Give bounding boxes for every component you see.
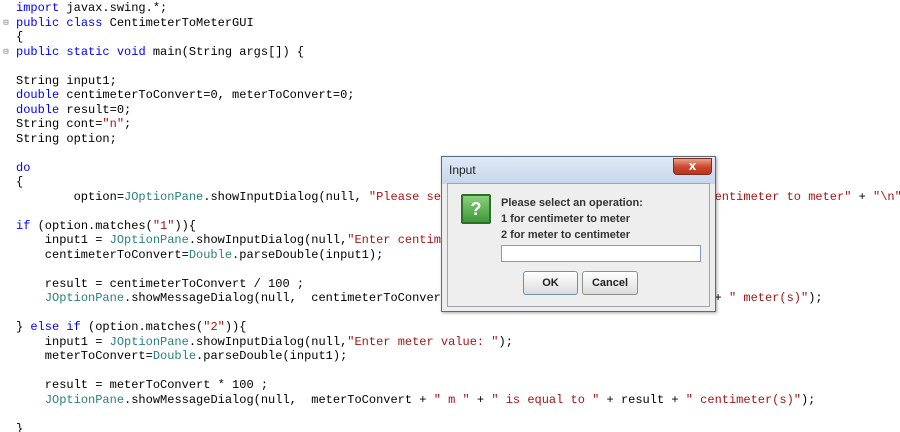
- question-icon: ?: [461, 194, 491, 224]
- code-line: do: [16, 160, 31, 175]
- dialog-content: ? Please select an operation: 1 for cent…: [447, 183, 710, 307]
- dialog-message-line: 2 for meter to centimeter: [501, 229, 630, 241]
- code-line: JOptionPane.showMessageDialog(null, mete…: [44, 392, 816, 407]
- cancel-button[interactable]: Cancel: [582, 271, 638, 295]
- fold-toggle-icon[interactable]: ⊟: [2, 18, 10, 27]
- code-line: double centimeterToConvert=0, meterToCon…: [16, 88, 355, 102]
- code-line: result = centimeterToConvert / 100 ;: [16, 276, 305, 291]
- code-line: {: [16, 175, 24, 189]
- code-line: double result=0;: [16, 102, 132, 117]
- code-line: input1 = JOptionPane.showInputDialog(nul…: [16, 334, 513, 349]
- code-line: import javax.swing.*;: [16, 1, 168, 15]
- code-line: {: [16, 30, 24, 44]
- code-line: String option;: [16, 131, 117, 146]
- code-line: if (option.matches("1")){: [16, 218, 197, 233]
- fold-toggle-icon[interactable]: ⊟: [2, 47, 10, 56]
- dialog-title-bar[interactable]: Input x: [442, 157, 715, 184]
- code-line: public class CentimeterToMeterGUI: [16, 15, 254, 30]
- editor-gutter: [0, 0, 14, 432]
- code-line: meterToConvert=Double.parseDouble(input1…: [16, 349, 348, 363]
- input-dialog: Input x ? Please select an operation: 1 …: [441, 156, 716, 312]
- code-line: public static void main(String args[]) {: [16, 44, 305, 59]
- code-line: String input1;: [16, 73, 117, 88]
- code-line: result = meterToConvert * 100 ;: [16, 378, 269, 392]
- ok-button[interactable]: OK: [523, 271, 578, 295]
- dialog-message-line: Please select an operation:: [501, 197, 643, 209]
- dialog-message-line: 1 for centimeter to meter: [501, 213, 630, 225]
- code-line: centimeterToConvert=Double.parseDouble(i…: [16, 247, 384, 262]
- dialog-title: Input: [449, 163, 476, 177]
- operation-input[interactable]: [501, 245, 701, 262]
- code-line: String cont="n";: [16, 117, 132, 131]
- close-icon: x: [688, 159, 697, 173]
- code-line: } else if (option.matches("2")){: [16, 320, 247, 334]
- code-line: }: [16, 421, 24, 432]
- close-button[interactable]: x: [673, 158, 712, 175]
